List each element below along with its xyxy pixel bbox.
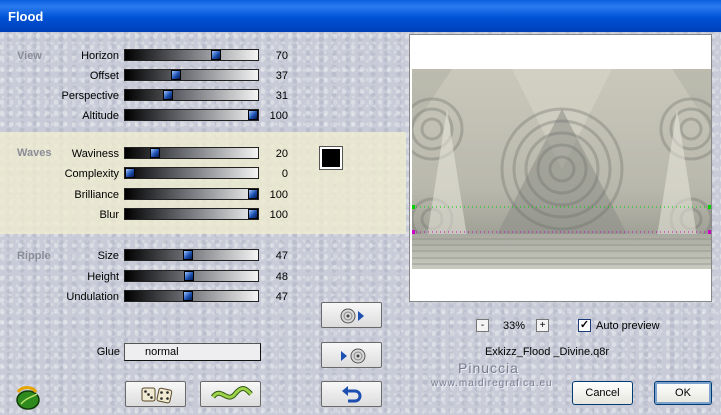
title-bar[interactable]: Flood [0,0,721,32]
view-panel: View Horizon 70 Offset 37 Perspective 31… [0,32,406,132]
ripple-panel: Ripple Size 47 Height 48 Undulation 47 [0,234,406,310]
slider-label-complexity: Complexity [64,168,119,180]
slider-value-waviness: 20 [275,148,288,160]
glue-select[interactable]: normal [124,343,261,361]
wave-icon [210,386,253,400]
slider-thumb[interactable] [248,110,258,120]
slider-thumb[interactable] [248,209,258,219]
auto-preview-label: Auto preview [596,320,660,332]
preview-image[interactable] [412,69,711,269]
waviness-slider[interactable] [124,147,259,159]
auto-preview-checkbox[interactable]: ✓ [578,319,591,332]
watermark-url: www.maidiregrafica.eu [431,378,553,389]
save-preset-button[interactable] [321,302,382,328]
slider-value-undulation: 47 [275,291,288,303]
slider-value-offset: 37 [275,70,288,82]
slider-value-height: 48 [275,271,288,283]
slider-value-brilliance: 100 [269,189,288,201]
glue-label: Glue [96,346,120,358]
slider-thumb[interactable] [211,50,222,60]
slider-label-offset: Offset [89,70,119,82]
reset-button[interactable] [200,381,261,407]
slider-label-blur: Blur [99,209,119,221]
wave-color-swatch[interactable] [319,146,343,170]
slider-value-perspective: 31 [275,90,288,102]
slider-thumb[interactable] [182,250,193,260]
size-slider[interactable] [124,249,259,261]
waves-panel: Waves Waviness 20 Complexity 0 Brillianc… [0,132,406,234]
slider-thumb[interactable] [170,70,181,80]
zoom-in-button[interactable]: + [536,319,549,332]
slider-value-blur: 100 [269,209,288,221]
perspective-slider[interactable] [124,89,259,101]
watermark-title: Pinuccia [458,360,519,376]
undo-button[interactable] [321,381,382,407]
app-logo [12,384,42,412]
slider-label-perspective: Perspective [61,90,119,102]
checkmark-icon: ✓ [579,319,590,331]
load-preset-button[interactable] [321,342,382,368]
slider-value-altitude: 100 [269,110,288,122]
slider-thumb[interactable] [182,291,193,301]
ok-button[interactable]: OK [654,381,712,405]
offset-slider[interactable] [124,69,259,81]
slider-thumb[interactable] [125,168,135,178]
leaf-app-icon [16,386,40,410]
slider-thumb[interactable] [163,90,174,100]
height-slider[interactable] [124,270,259,282]
slider-value-size: 47 [275,250,288,262]
slider-thumb[interactable] [248,189,258,199]
flood-dialog: Flood View Horizon 70 Offset 37 Perspect… [0,0,721,415]
flood-preview-render [412,69,711,269]
slider-label-brilliance: Brilliance [74,189,119,201]
slider-thumb[interactable] [184,271,195,281]
zoom-level: 33% [502,320,526,332]
undo-icon [342,386,362,403]
window-title: Flood [8,9,44,24]
brilliance-slider[interactable] [124,188,259,200]
slider-thumb[interactable] [149,148,160,158]
complexity-slider[interactable] [124,167,259,179]
slider-label-size: Size [97,250,119,262]
zoom-out-button[interactable]: - [476,319,489,332]
slider-value-horizon: 70 [275,50,288,62]
randomize-button[interactable] [125,381,186,407]
preset-filename: Exkizz_Flood _Divine.q8r [484,346,610,358]
arrow-disc-icon [341,348,366,364]
slider-label-height: Height [87,271,119,283]
altitude-slider[interactable] [124,109,259,121]
slider-label-undulation: Undulation [66,291,119,303]
cancel-button[interactable]: Cancel [572,381,633,405]
blur-slider[interactable] [124,208,259,220]
undulation-slider[interactable] [124,290,259,302]
slider-label-altitude: Altitude [82,110,119,122]
preview-frame [409,34,712,302]
horizon-slider[interactable] [124,49,259,61]
slider-label-waviness: Waviness [71,148,119,160]
slider-label-horizon: Horizon [81,50,119,62]
dice-icon [141,387,173,404]
disc-arrow-right-icon [340,308,364,324]
slider-value-complexity: 0 [281,168,288,180]
